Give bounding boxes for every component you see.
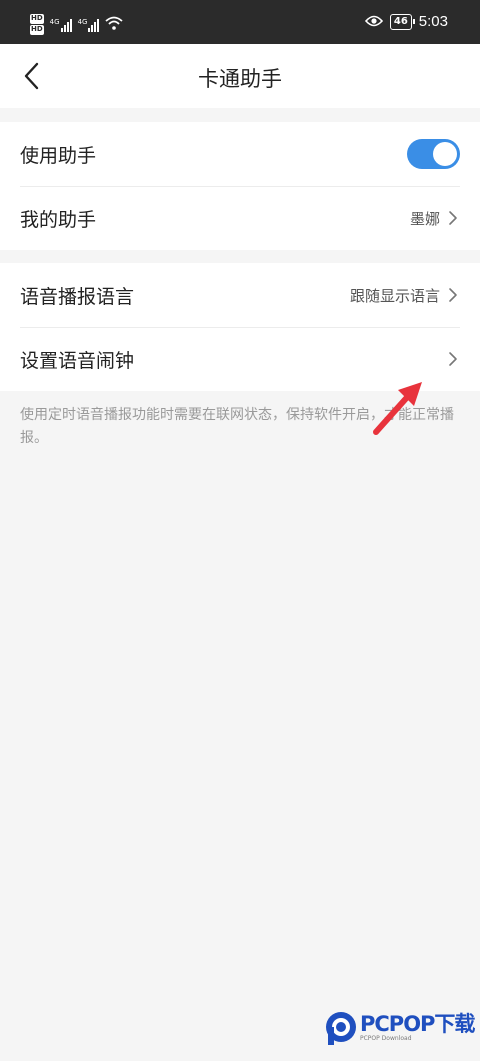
voice-language-row[interactable]: 语音播报语言 跟随显示语言 [0,263,480,327]
pcpop-logo-icon [326,1012,356,1045]
hd-badge-2: HD [30,25,44,35]
sim1-tech: 4G [49,17,60,26]
use-assistant-row: 使用助手 [0,122,480,186]
toggle-knob [433,142,457,166]
nav-bar: 卡通助手 [0,44,480,108]
chevron-right-icon [448,286,460,304]
red-arrow-icon [373,382,422,435]
settings-group-2: 语音播报语言 跟随显示语言 设置语音闹钟 [0,263,480,391]
watermark-brand: PCPOP下载 [360,1012,475,1036]
settings-group-1: 使用助手 我的助手 墨娜 [0,122,480,250]
voice-alarm-label: 设置语音闹钟 [20,349,135,372]
my-assistant-value: 墨娜 [409,209,440,228]
my-assistant-row[interactable]: 我的助手 墨娜 [0,186,480,250]
eye-icon [364,12,383,31]
voice-language-label: 语音播报语言 [20,285,135,308]
status-bar: HD HD 4G 4G 46 5:03 [0,0,480,44]
signal-icon-sim1: 4G [50,18,72,32]
page-title: 卡通助手 [198,67,282,91]
hd-badge-1: HD [30,14,44,24]
sim-badges: HD HD [30,14,44,35]
chevron-right-icon [448,209,460,227]
chevron-right-icon [448,350,460,368]
signal-icon-sim2: 4G [78,18,100,32]
my-assistant-label: 我的助手 [20,208,97,231]
use-assistant-toggle[interactable] [407,139,460,169]
voice-language-value: 跟随显示语言 [349,286,440,305]
status-time: 5:03 [418,13,448,30]
watermark-sub: PCPOP Download [360,1035,412,1042]
watermark: PCPOP下载 PCPOP Download [324,1010,475,1046]
status-left: HD HD 4G 4G [30,14,124,35]
status-right: 46 5:03 [364,12,448,31]
battery-icon: 46 [389,13,415,30]
use-assistant-label: 使用助手 [20,144,97,167]
watermark-text: PCPOP下载 PCPOP Download [360,1012,475,1043]
wifi-icon [105,15,124,34]
sim2-tech: 4G [77,17,88,26]
